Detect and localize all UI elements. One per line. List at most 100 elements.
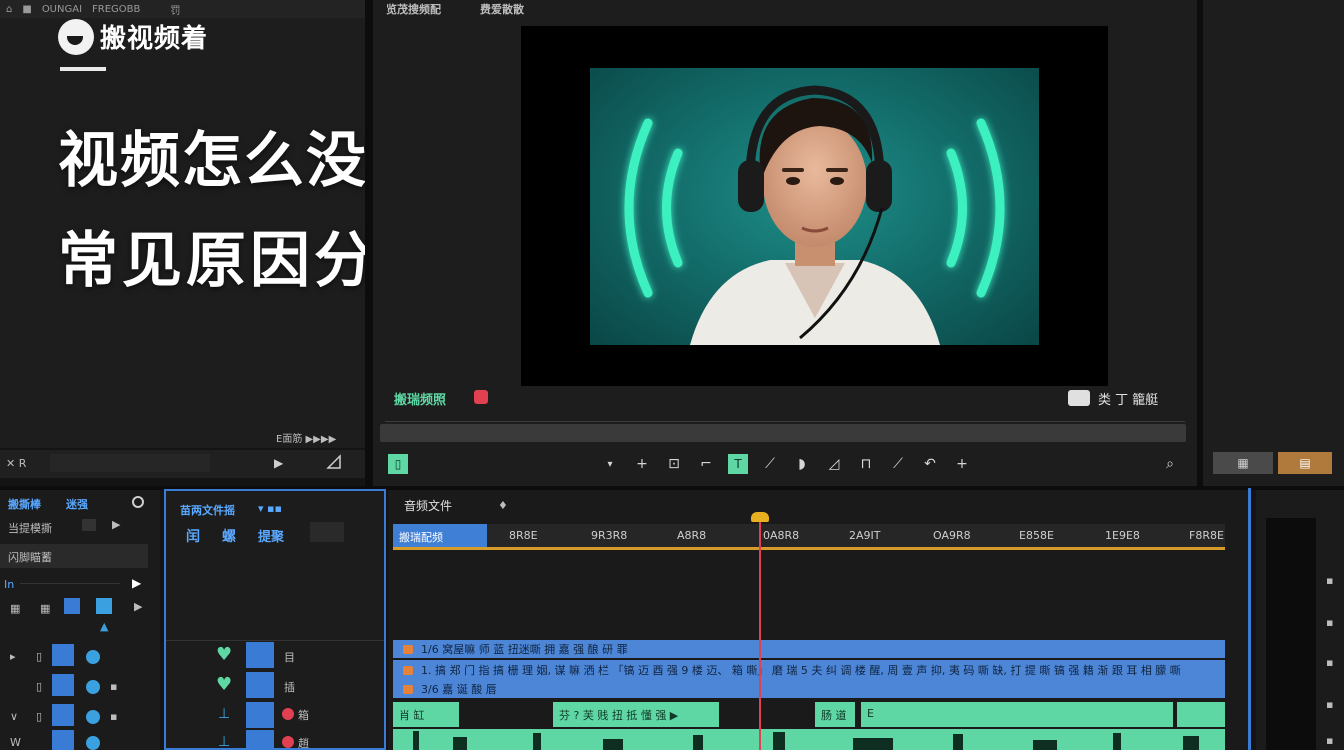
grid-label: ▦ <box>10 602 21 615</box>
audio-waveform[interactable] <box>393 729 1225 750</box>
brush-icon[interactable]: ⟋ <box>888 454 908 474</box>
razor-icon[interactable]: ◗ <box>792 454 812 474</box>
collapse-icon[interactable]: ▲ <box>100 620 108 633</box>
folder-icon[interactable]: ■ <box>22 4 31 15</box>
grid-icon: ▦ <box>1237 456 1249 470</box>
audio-clip-end[interactable] <box>1177 702 1225 727</box>
row-marker: ▪ <box>110 710 118 723</box>
row-arrow-icon[interactable]: W <box>10 736 21 749</box>
slope-icon[interactable]: ◿ <box>824 454 844 474</box>
track-lock-icon[interactable]: ⊥ <box>218 734 230 750</box>
row-arrow-icon[interactable]: ∨ <box>10 710 18 723</box>
track-swatch[interactable] <box>52 730 74 750</box>
audio-clip[interactable]: 肖 缸 <box>393 702 459 727</box>
crop-icon[interactable] <box>326 454 342 470</box>
track-swatch[interactable] <box>52 704 74 726</box>
audio-heart-icon[interactable]: ♥ <box>216 644 236 665</box>
left-footer-field[interactable] <box>50 454 210 472</box>
track-target-swatch[interactable] <box>246 730 274 750</box>
track-panel-menu[interactable]: ▾ ▪▪ <box>258 502 282 515</box>
pen-icon[interactable]: ⟋ <box>760 454 780 474</box>
caption-track-1[interactable]: 1/6 窝屋嘛 师 蓝 扭迷嘶 拥 嘉 强 酿 研 罪 <box>393 640 1225 658</box>
grid-label: ▦ <box>40 602 51 615</box>
track-label-4: 趙 <box>298 737 309 750</box>
caption-track-2[interactable]: 1. 搞 郑 门 指 搞 栅 理 姻, 谋 嘛 洒 栏 「镐 迈 酉 强 9 楼… <box>393 660 1225 680</box>
bottom-left-row-1-toggle[interactable] <box>82 519 96 531</box>
track-target-swatch[interactable] <box>246 702 274 728</box>
timeline-ruler[interactable]: 搬瑞配频 8R8E 9R3R8 A8R8 0A8R8 2A9IT OA9R8 E… <box>393 524 1225 550</box>
preview-tab-source[interactable]: 览茂搜频配 <box>386 1 441 17</box>
track-lock-icon[interactable]: ⊥ <box>218 706 230 722</box>
row-arrow-icon[interactable]: ▸ <box>10 650 16 663</box>
grid-view-button[interactable]: ▦ <box>1213 452 1273 474</box>
mute-icon[interactable] <box>282 736 294 748</box>
track-control-1[interactable]: 闰 <box>186 526 200 546</box>
track-dot[interactable] <box>86 736 100 750</box>
play-small-icon[interactable]: ▶ <box>274 456 283 470</box>
ruler-label: E858E <box>1019 529 1054 542</box>
audio-clip[interactable]: E <box>861 702 1173 727</box>
bottom-left-row-2[interactable]: 闪脚瞄蓄 <box>8 549 52 565</box>
playhead-handle[interactable] <box>751 512 769 522</box>
caption-marker-icon <box>403 665 413 675</box>
mute-icon[interactable] <box>282 708 294 720</box>
timeline-marker-icon[interactable]: ♦ <box>498 499 508 512</box>
ruler-active-segment[interactable]: 搬瑞配频 <box>393 524 487 547</box>
caption-track-3[interactable]: 3/6 嘉 诞 酸 唇 <box>393 680 1143 698</box>
record-icon[interactable] <box>474 390 488 404</box>
bottom-left-row-1[interactable]: 当提模撕 <box>8 520 52 536</box>
track-swatch[interactable] <box>52 644 74 666</box>
search-icon[interactable]: ⌕ <box>1160 454 1180 474</box>
add-marker-icon[interactable]: + <box>632 454 652 474</box>
track-target-swatch[interactable] <box>246 672 274 698</box>
clip-icon[interactable]: ▯ <box>388 454 408 474</box>
expand-icon[interactable]: ▶ <box>134 600 142 613</box>
audio-heart-icon[interactable]: ♥ <box>216 674 236 695</box>
caption-icon[interactable] <box>1068 390 1090 406</box>
track-swatch[interactable] <box>96 598 112 614</box>
playhead[interactable] <box>759 520 761 750</box>
track-swatch[interactable] <box>52 674 74 696</box>
meter-tick: ▪ <box>1326 574 1334 587</box>
export-frame-icon[interactable]: ⊓ <box>856 454 876 474</box>
track-dot[interactable] <box>86 710 100 724</box>
preview-tab-program[interactable]: 费爱散散 <box>480 1 524 17</box>
bottom-left-tab-2[interactable]: 迷强 <box>66 496 88 512</box>
undo-icon[interactable]: ↶ <box>920 454 940 474</box>
ruler-label: 2A9IT <box>849 529 881 542</box>
bottom-left-tab-1[interactable]: 搬撕棒 <box>8 496 41 512</box>
track-dot[interactable] <box>86 680 100 694</box>
preview-label-left[interactable]: 搬瑞频照 <box>394 389 446 408</box>
mark-in-icon[interactable]: ⊡ <box>664 454 684 474</box>
dropdown-icon[interactable]: ▾ <box>600 454 620 474</box>
preview-label-right[interactable]: 类 丁 籠艇 <box>1098 389 1158 408</box>
bottom-left-row-1-arrow[interactable]: ▶ <box>112 518 120 531</box>
search-icon[interactable] <box>132 496 144 508</box>
caption-marker-icon <box>403 684 413 694</box>
play-icon[interactable]: ▶ <box>132 576 141 590</box>
list-view-button[interactable]: ▤ <box>1278 452 1332 474</box>
left-top-item-1[interactable]: OUNGAI <box>42 4 82 15</box>
track-dot[interactable] <box>86 650 100 664</box>
scrub-bar[interactable] <box>380 424 1186 442</box>
audio-clip[interactable]: 芬 ? 芙 贱 扭 抵 懂 强 ▶ <box>553 702 719 727</box>
add-icon[interactable]: + <box>952 454 972 474</box>
ruler-label: 8R8E <box>509 529 538 542</box>
row-marker: ▯ <box>36 650 43 663</box>
home-icon[interactable]: ⌂ <box>6 4 12 15</box>
track-label-3: 箱 <box>298 709 309 722</box>
lift-icon[interactable]: ⌐ <box>696 454 716 474</box>
text-icon[interactable]: T <box>728 454 748 474</box>
track-control-3[interactable]: 提聚 <box>258 526 284 545</box>
meter-tick: ▪ <box>1326 734 1334 747</box>
track-swatch[interactable] <box>64 598 80 614</box>
timeline-title: 音频文件 <box>404 499 453 513</box>
left-top-item-3[interactable]: 罚 <box>170 2 180 17</box>
caption-marker-icon <box>403 644 413 654</box>
track-target-swatch[interactable] <box>246 642 274 668</box>
track-panel-divider <box>166 640 384 641</box>
track-control-2[interactable]: 螺 <box>222 526 236 546</box>
track-panel-slot[interactable] <box>310 522 344 542</box>
left-top-item-2[interactable]: FREGOBB <box>92 4 140 15</box>
audio-clip[interactable]: 肠 道 <box>815 702 855 727</box>
